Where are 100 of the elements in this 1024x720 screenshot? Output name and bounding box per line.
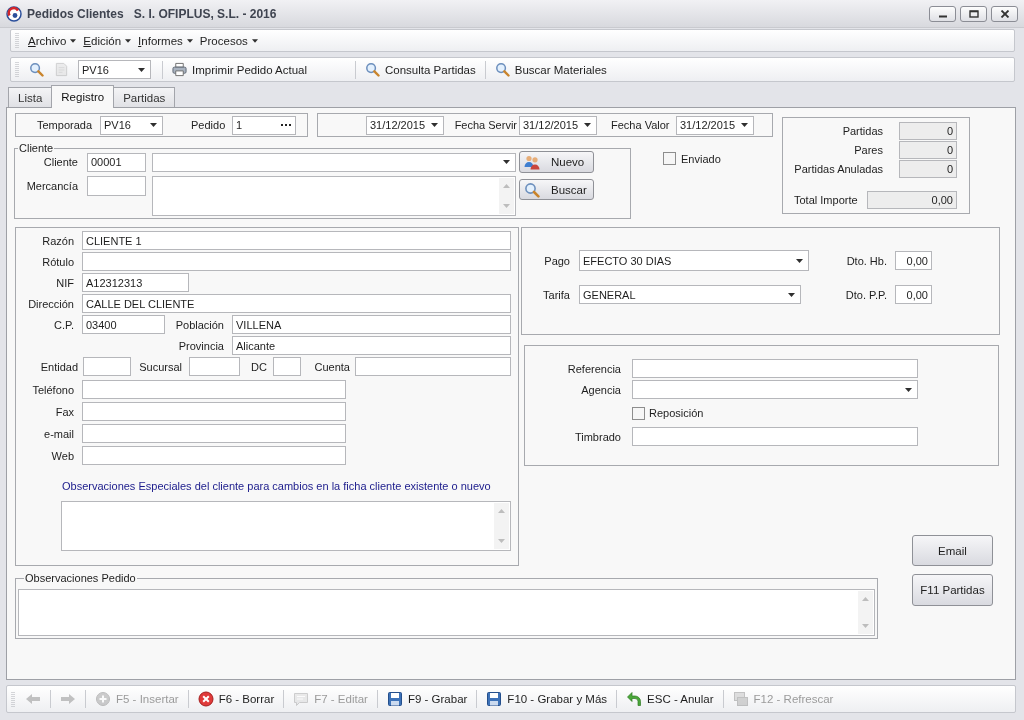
season-dropdown[interactable]: PV16 [100, 115, 163, 135]
scroll-down-icon[interactable] [503, 204, 510, 208]
series-dropdown[interactable]: PV16 [78, 60, 151, 79]
grip-handle-icon[interactable] [15, 33, 19, 48]
grip-handle-icon[interactable] [15, 62, 19, 77]
checkbox[interactable] [663, 152, 676, 165]
order-notes-field[interactable] [18, 589, 875, 636]
payment-dropdown[interactable]: EFECTO 30 DIAS [579, 250, 809, 271]
close-button[interactable] [991, 5, 1018, 22]
sign-name-field[interactable] [82, 252, 511, 271]
plus-circle-icon [95, 691, 111, 707]
address-field[interactable]: CALLE DEL CLIENTE [82, 294, 511, 313]
save-more-button[interactable]: F10 - Grabar y Más [482, 688, 612, 710]
company-name-field[interactable]: CLIENTE 1 [82, 231, 511, 250]
grip-handle-icon[interactable] [11, 691, 15, 707]
town-field[interactable]: VILLENA [232, 315, 511, 334]
scroll-down-icon[interactable] [862, 624, 869, 628]
close-icon [999, 9, 1010, 18]
postcode-field[interactable]: 03400 [82, 315, 165, 334]
rate-dropdown[interactable]: GENERAL [579, 285, 801, 304]
left-arrow-icon [25, 691, 41, 707]
scroll-up-icon[interactable] [862, 597, 869, 601]
checkbox[interactable] [632, 406, 645, 420]
dropdown-caret-icon [150, 123, 157, 127]
search-icon [524, 181, 540, 198]
order-lines-button[interactable]: F11 Partidas [912, 574, 993, 606]
email-field[interactable] [82, 424, 346, 443]
printer-icon [172, 62, 187, 77]
count-field[interactable]: 0 [899, 160, 957, 178]
field-label: Pedido [191, 119, 224, 131]
print-button[interactable]: Imprimir Pedido Actual [168, 58, 350, 81]
logo-icon [6, 5, 22, 22]
goods-text-field[interactable] [152, 176, 516, 216]
date-dropdown[interactable]: 31/12/2015 [519, 115, 597, 135]
field-label: DC [250, 360, 267, 373]
menu-item[interactable]: Procesos [196, 31, 261, 50]
discount-field[interactable]: 0,00 [895, 285, 932, 304]
delete-button[interactable]: F6 - Borrar [193, 688, 279, 710]
web-field[interactable] [82, 446, 346, 465]
email-button[interactable]: Email [912, 535, 993, 566]
check-digit-field[interactable] [273, 357, 301, 376]
maximize-icon [968, 9, 979, 18]
search-icon[interactable] [29, 62, 44, 77]
search-button[interactable]: Buscar [519, 179, 594, 200]
stamp-field[interactable] [632, 427, 918, 446]
account-field[interactable] [355, 357, 511, 376]
search-icon [494, 62, 510, 77]
menu-item[interactable]: Archivo [25, 31, 80, 50]
reference-field[interactable] [632, 359, 918, 378]
dropdown-caret-icon [741, 123, 748, 127]
phone-field[interactable] [82, 380, 346, 399]
scrollbar[interactable] [494, 503, 509, 549]
order-number-field[interactable]: 1 [232, 115, 296, 135]
total-amount-field[interactable]: 0,00 [867, 191, 957, 209]
find-materials-button[interactable]: Buscar Materiales [490, 58, 611, 81]
undo-arrow-icon [626, 691, 643, 707]
date-dropdown[interactable]: 31/12/2015 [676, 115, 754, 135]
menu-item[interactable]: Edición [80, 31, 135, 50]
field-label: Fecha Servir [454, 119, 517, 131]
scroll-up-icon[interactable] [498, 509, 505, 513]
cross-circle-icon [197, 691, 214, 707]
scroll-down-icon[interactable] [498, 539, 505, 543]
cancel-button[interactable]: ESC - Anular [622, 688, 718, 710]
field-label: Sucursal [138, 360, 182, 373]
field-label: Pago [543, 254, 570, 267]
tab[interactable]: Registro [51, 85, 115, 108]
client-notes-field[interactable] [61, 501, 511, 551]
maximize-button[interactable] [960, 5, 987, 22]
menu-item[interactable]: Informes [135, 31, 196, 50]
client-name-dropdown[interactable] [152, 152, 516, 172]
bank-branch-field[interactable] [189, 357, 240, 376]
notes-label: Observaciones Especiales del cliente para cambios en la ficha cliente existente o nuevo [62, 480, 492, 493]
dropdown-caret-icon [788, 292, 795, 297]
scrollbar[interactable] [499, 178, 514, 214]
field-label: NIF [55, 276, 74, 289]
field-label: Referencia [566, 362, 621, 375]
province-field[interactable]: Alicante [232, 336, 511, 355]
stacked-windows-icon [732, 691, 749, 707]
date-dropdown[interactable]: 31/12/2015 [366, 115, 444, 135]
count-field[interactable]: 0 [899, 122, 957, 140]
checkbox-label: Enviado [681, 152, 721, 165]
discount-field[interactable]: 0,00 [895, 251, 932, 270]
dropdown-caret-icon [70, 38, 77, 43]
tax-id-field[interactable]: A12312313 [82, 273, 189, 292]
tab[interactable]: Lista [8, 87, 53, 107]
field-label: Agencia [580, 383, 621, 396]
tab[interactable]: Partidas [113, 87, 176, 107]
agency-dropdown[interactable] [632, 380, 918, 399]
goods-code-field[interactable] [87, 176, 146, 196]
count-field[interactable]: 0 [899, 141, 957, 159]
new-button[interactable]: Nuevo [519, 151, 594, 173]
fax-field[interactable] [82, 402, 346, 421]
bank-entity-field[interactable] [83, 357, 131, 376]
save-button[interactable]: F9 - Grabar [382, 688, 472, 710]
query-button[interactable]: Consulta Partidas [361, 58, 480, 81]
field-label: Web [50, 449, 74, 462]
scrollbar[interactable] [858, 591, 873, 634]
right-arrow-icon [60, 691, 76, 707]
scroll-up-icon[interactable] [503, 184, 510, 188]
client-code-field[interactable]: 00001 [87, 152, 146, 172]
